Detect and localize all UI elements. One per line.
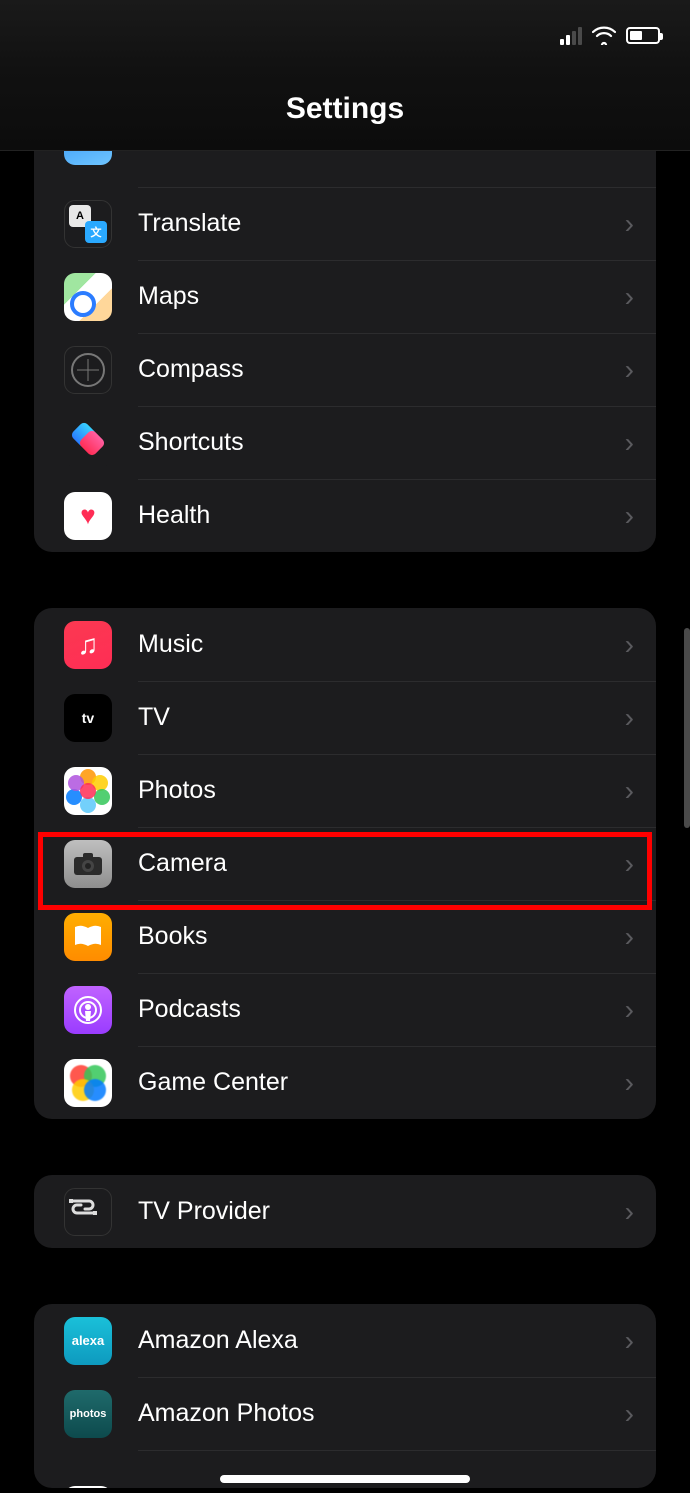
settings-row-label: Amazon Alexa bbox=[138, 1326, 625, 1355]
tvprovider-icon bbox=[64, 1188, 112, 1236]
settings-row-label: Amazon Photos bbox=[138, 1399, 625, 1428]
chevron-right-icon: › bbox=[625, 702, 634, 734]
settings-row-compass[interactable]: Compass › bbox=[34, 333, 656, 406]
health-icon: ♥ bbox=[64, 492, 112, 540]
settings-row-photos[interactable]: Photos › bbox=[34, 754, 656, 827]
amazonphotos-icon: photos bbox=[64, 1390, 112, 1438]
books-icon bbox=[64, 913, 112, 961]
chevron-right-icon: › bbox=[625, 1196, 634, 1228]
chevron-right-icon: › bbox=[625, 1067, 634, 1099]
chevron-right-icon: › bbox=[625, 427, 634, 459]
chevron-right-icon: › bbox=[625, 208, 634, 240]
settings-row-weather[interactable]: Weather › bbox=[34, 151, 656, 187]
settings-row-label: TV Provider bbox=[138, 1197, 625, 1226]
scroll-indicator bbox=[684, 628, 690, 828]
settings-list: Weather › A 文 Translate › Maps › Compass… bbox=[0, 151, 690, 1493]
chevron-right-icon: › bbox=[625, 775, 634, 807]
settings-row-gamecenter[interactable]: Game Center › bbox=[34, 1046, 656, 1119]
unknown-app-icon bbox=[64, 1486, 112, 1488]
settings-row-label: Game Center bbox=[138, 1068, 625, 1097]
settings-row-health[interactable]: ♥ Health › bbox=[34, 479, 656, 552]
podcasts-icon bbox=[64, 986, 112, 1034]
settings-row-label: Camera bbox=[138, 849, 625, 878]
settings-row-camera[interactable]: Camera › bbox=[34, 827, 656, 900]
compass-icon bbox=[64, 346, 112, 394]
translate-icon: A 文 bbox=[64, 200, 112, 248]
settings-group-tvprovider: TV Provider › bbox=[34, 1175, 656, 1248]
settings-row-shortcuts[interactable]: Shortcuts › bbox=[34, 406, 656, 479]
settings-row-label: Music bbox=[138, 630, 625, 659]
settings-row-amazonphotos[interactable]: photos Amazon Photos › bbox=[34, 1377, 656, 1450]
chevron-right-icon: › bbox=[625, 629, 634, 661]
settings-row-tvprovider[interactable]: TV Provider › bbox=[34, 1175, 656, 1248]
chevron-right-icon: › bbox=[625, 921, 634, 953]
settings-group-media-apps: ♫ Music › tv TV › Photos › bbox=[34, 608, 656, 1119]
settings-row-alexa[interactable]: alexa Amazon Alexa › bbox=[34, 1304, 656, 1377]
chevron-right-icon: › bbox=[625, 354, 634, 386]
chevron-right-icon: › bbox=[625, 500, 634, 532]
gamecenter-icon bbox=[64, 1059, 112, 1107]
settings-row-translate[interactable]: A 文 Translate › bbox=[34, 187, 656, 260]
settings-row-label: TV bbox=[138, 703, 625, 732]
page-title: Settings bbox=[0, 70, 690, 151]
chevron-right-icon: › bbox=[625, 151, 634, 157]
cellular-signal-icon bbox=[560, 25, 582, 45]
settings-row-label: Health bbox=[138, 501, 625, 530]
chevron-right-icon: › bbox=[625, 848, 634, 880]
home-indicator[interactable] bbox=[220, 1475, 470, 1483]
settings-row-books[interactable]: Books › bbox=[34, 900, 656, 973]
music-icon: ♫ bbox=[64, 621, 112, 669]
settings-row-label: Podcasts bbox=[138, 995, 625, 1024]
camera-icon bbox=[64, 840, 112, 888]
settings-row-label: Books bbox=[138, 922, 625, 951]
settings-row-label: Shortcuts bbox=[138, 428, 625, 457]
tv-icon: tv bbox=[64, 694, 112, 742]
settings-row-label: Maps bbox=[138, 282, 625, 311]
wifi-icon bbox=[592, 25, 616, 45]
status-bar bbox=[0, 0, 690, 70]
shortcuts-icon bbox=[64, 419, 112, 467]
settings-row-label: Compass bbox=[138, 355, 625, 384]
photos-icon bbox=[64, 767, 112, 815]
settings-group-system-apps: Weather › A 文 Translate › Maps › Compass… bbox=[34, 151, 656, 552]
settings-row-label: Photos bbox=[138, 776, 625, 805]
settings-group-thirdparty: alexa Amazon Alexa › photos Amazon Photo… bbox=[34, 1304, 656, 1488]
settings-row-label: Translate bbox=[138, 209, 625, 238]
chevron-right-icon: › bbox=[625, 281, 634, 313]
settings-row-maps[interactable]: Maps › bbox=[34, 260, 656, 333]
alexa-icon: alexa bbox=[64, 1317, 112, 1365]
chevron-right-icon: › bbox=[625, 1325, 634, 1357]
chevron-right-icon: › bbox=[625, 1398, 634, 1430]
weather-icon bbox=[64, 151, 112, 165]
settings-row-podcasts[interactable]: Podcasts › bbox=[34, 973, 656, 1046]
battery-icon bbox=[626, 27, 660, 44]
settings-row-label: Weather bbox=[138, 151, 625, 154]
maps-icon bbox=[64, 273, 112, 321]
chevron-right-icon: › bbox=[625, 994, 634, 1026]
settings-row-music[interactable]: ♫ Music › bbox=[34, 608, 656, 681]
settings-row-tv[interactable]: tv TV › bbox=[34, 681, 656, 754]
